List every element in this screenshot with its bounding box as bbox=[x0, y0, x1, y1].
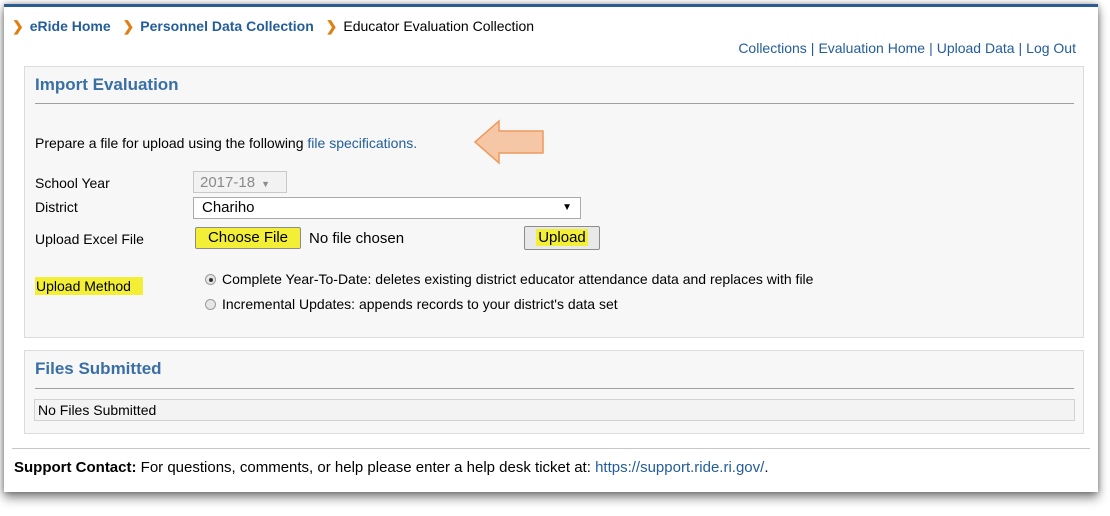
district-select[interactable]: Chariho ▼ bbox=[193, 197, 581, 219]
top-nav-links: Collections | Evaluation Home | Upload Data |… bbox=[738, 40, 1076, 56]
prep-text: Prepare a file for upload using the foll… bbox=[35, 135, 308, 151]
collections-link[interactable]: Collections bbox=[738, 40, 806, 56]
page-frame: ❯ eRide Home ❯ Personnel Data Collection ❯… bbox=[4, 4, 1098, 492]
files-empty-message: No Files Submitted bbox=[34, 399, 1075, 421]
school-year-label: School Year bbox=[35, 175, 110, 191]
chevron-right-icon: ❯ bbox=[325, 18, 338, 34]
district-label: District bbox=[35, 199, 78, 215]
method-option-incremental[interactable]: Incremental Updates: appends records to … bbox=[205, 296, 618, 312]
support-contact: Support Contact: For questions, comments… bbox=[14, 459, 768, 476]
breadcrumb: ❯ eRide Home ❯ Personnel Data Collection ❯… bbox=[12, 18, 534, 35]
dropdown-caret-icon: ▼ bbox=[562, 202, 572, 213]
upload-data-link[interactable]: Upload Data bbox=[937, 40, 1015, 56]
support-label: Support Contact: bbox=[14, 459, 137, 476]
panel-divider bbox=[35, 388, 1074, 389]
support-text: For questions, comments, or help please … bbox=[136, 459, 596, 476]
chevron-right-icon: ❯ bbox=[122, 18, 135, 34]
breadcrumb-home-link[interactable]: eRide Home bbox=[30, 18, 111, 34]
no-file-chosen-text: No file chosen bbox=[309, 230, 405, 247]
school-year-value: 2017-18 bbox=[200, 174, 256, 191]
support-link[interactable]: https://support.ride.ri.gov/ bbox=[595, 459, 764, 476]
support-divider bbox=[12, 448, 1090, 449]
radio-selected-icon[interactable] bbox=[205, 274, 216, 285]
upload-method-label: Upload Method bbox=[35, 277, 143, 295]
district-value: Chariho bbox=[202, 199, 255, 216]
upload-button-label: Upload bbox=[536, 229, 588, 246]
divider: | bbox=[1018, 40, 1023, 56]
import-panel-title: Import Evaluation bbox=[35, 75, 179, 94]
files-submitted-panel: Files Submitted No Files Submitted bbox=[24, 350, 1084, 434]
panel-divider bbox=[35, 103, 1074, 104]
support-tail: . bbox=[764, 459, 769, 476]
upload-excel-file-label: Upload Excel File bbox=[35, 231, 144, 247]
top-accent-line bbox=[4, 4, 1098, 7]
breadcrumb-section-link[interactable]: Personnel Data Collection bbox=[140, 18, 313, 34]
method-option-label: Incremental Updates: appends records to … bbox=[222, 296, 618, 312]
file-specifications-link[interactable]: file specifications. bbox=[307, 135, 417, 151]
evaluation-home-link[interactable]: Evaluation Home bbox=[818, 40, 925, 56]
choose-file-button[interactable]: Choose File bbox=[195, 227, 301, 249]
upload-button[interactable]: Upload bbox=[524, 226, 600, 250]
divider: | bbox=[810, 40, 815, 56]
prep-instructions: Prepare a file for upload using the foll… bbox=[35, 135, 417, 151]
radio-unselected-icon[interactable] bbox=[205, 299, 216, 310]
logout-link[interactable]: Log Out bbox=[1026, 40, 1076, 56]
import-evaluation-panel: Import Evaluation Prepare a file for upl… bbox=[24, 66, 1084, 338]
breadcrumb-current: Educator Evaluation Collection bbox=[343, 18, 535, 34]
divider: | bbox=[929, 40, 933, 56]
arrow-left-icon bbox=[473, 119, 544, 165]
school-year-select: 2017-18 ▼ bbox=[193, 171, 287, 193]
method-option-label: Complete Year-To-Date: deletes existing … bbox=[222, 271, 814, 287]
files-panel-title: Files Submitted bbox=[35, 359, 162, 378]
dropdown-caret-icon: ▼ bbox=[261, 179, 270, 189]
chevron-right-icon: ❯ bbox=[12, 18, 24, 34]
method-option-complete[interactable]: Complete Year-To-Date: deletes existing … bbox=[205, 271, 813, 287]
